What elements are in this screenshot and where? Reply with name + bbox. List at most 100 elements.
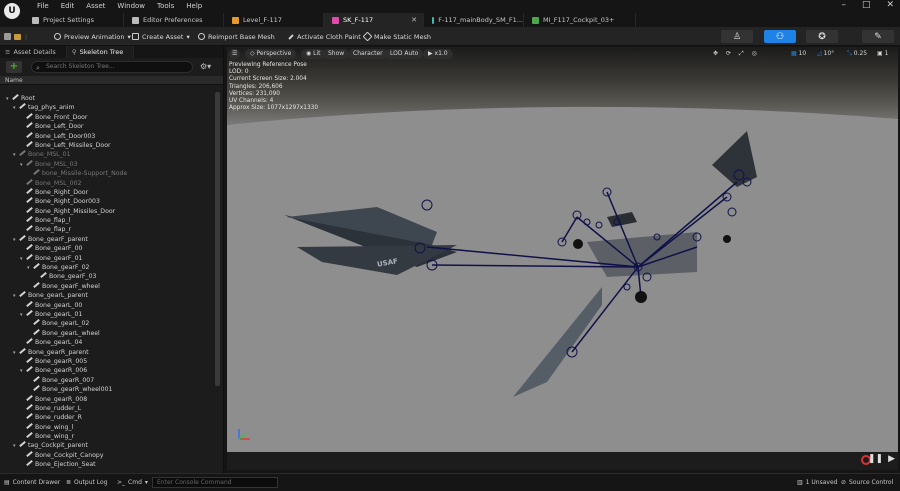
grid-snap[interactable]: ▦ 10	[791, 49, 806, 59]
scale-icon[interactable]: ⤢	[739, 50, 744, 57]
tree-row[interactable]: Bone_wing_r	[0, 432, 214, 441]
character-button[interactable]: Character	[348, 49, 388, 59]
maximize-icon[interactable]: □	[862, 0, 871, 10]
tree-row[interactable]: Bone_gearF_03	[0, 272, 214, 281]
tree-row[interactable]: Bone_gearR_wheel001	[0, 385, 214, 394]
tree-row[interactable]: Bone_Left_Missiles_Door	[0, 141, 214, 150]
activate-cloth-paint-button[interactable]: Activate Cloth Paint	[288, 30, 361, 43]
tree-row[interactable]: ▾ Bone_MSL_03	[0, 160, 214, 169]
tree-row[interactable]: Bone_Left_Door	[0, 122, 214, 131]
tree-row[interactable]: ▾ Bone_MSL_01	[0, 150, 214, 159]
tree-row[interactable]: ▾ Bone_gearL_01	[0, 310, 214, 319]
rotate-icon[interactable]: ⟳	[726, 50, 731, 57]
tree-row[interactable]: Bone_gearL_wheel	[0, 329, 214, 338]
unsaved-indicator[interactable]: ▥ 1 Unsaved	[797, 477, 837, 489]
animation-mode-button[interactable]: ✪	[806, 30, 838, 43]
unreal-logo-icon[interactable]: U	[4, 3, 20, 19]
tree-row[interactable]: ▾ Bone_gearL_parent	[0, 291, 214, 300]
tree-row[interactable]: Bone_MSL_002	[0, 179, 214, 188]
tree-row[interactable]: ▾ Bone_gearF_02	[0, 263, 214, 272]
tree-row[interactable]: ▾ Bone_gearF_parent	[0, 235, 214, 244]
close-tab-icon[interactable]: ✕	[411, 16, 417, 24]
tree-row[interactable]: Bone_Left_Door003	[0, 132, 214, 141]
menu-window[interactable]: Window	[111, 1, 151, 11]
lit-button[interactable]: ◉ Lit	[301, 49, 326, 59]
tree-row[interactable]: Bone_rudder_L	[0, 404, 214, 413]
tree-row[interactable]: Bone_Front_Door	[0, 113, 214, 122]
tab-0[interactable]: Project Settings	[24, 13, 124, 27]
tree-row[interactable]: Bone_Right_Door	[0, 188, 214, 197]
tab-1[interactable]: Editor Preferences	[124, 13, 224, 27]
tree-scrollbar[interactable]	[215, 92, 220, 386]
reimport-button[interactable]: Reimport Base Mesh	[198, 30, 275, 43]
menu-tools[interactable]: Tools	[151, 1, 180, 11]
source-control-button[interactable]: ⊘ Source Control	[841, 477, 893, 489]
play-forward-icon[interactable]: ▶	[888, 454, 895, 464]
tree-row[interactable]: Bone_gearL_00	[0, 301, 214, 310]
tab-4[interactable]: F-117_mainBody_SM_F1...	[424, 13, 524, 27]
pause-icon[interactable]: ❚❚	[868, 454, 883, 464]
lod-button[interactable]: LOD Auto	[385, 49, 424, 59]
camera-speed[interactable]: ▣ 1	[877, 49, 888, 59]
tree-row[interactable]: Bone_gearL_02	[0, 319, 214, 328]
tab-skeleton-tree[interactable]: ⚲ Skeleton Tree	[66, 46, 135, 58]
play-speed-button[interactable]: ▶ x1.0	[423, 49, 453, 59]
angle-snap[interactable]: ◿ 10°	[817, 49, 834, 59]
tab-3[interactable]: SK_F-117 ✕	[324, 13, 424, 27]
menu-edit[interactable]: Edit	[55, 1, 81, 11]
tree-row[interactable]: Bone_gearL_04	[0, 338, 214, 347]
skeleton-mode-button[interactable]: ♙	[721, 30, 753, 43]
menu-asset[interactable]: Asset	[80, 1, 111, 11]
scale-snap[interactable]: ⤡ 0.25	[847, 49, 867, 59]
tree-row[interactable]: Bone_Right_Missiles_Door	[0, 207, 214, 216]
tree-row[interactable]: bone_Missile-Support_Node	[0, 169, 214, 178]
tree-row[interactable]: Bone_Ejection_Seat	[0, 460, 214, 469]
tree-row[interactable]: Bone_rudder_R	[0, 413, 214, 422]
add-button[interactable]: +	[6, 61, 22, 73]
perspective-button[interactable]: ◇ Perspective	[245, 49, 297, 59]
search-input[interactable]: ⌕ Search Skeleton Tree...	[31, 61, 193, 73]
tab-5[interactable]: MI_F117_Cockpit_03+	[524, 13, 636, 27]
gear-icon[interactable]: ⚙▾	[200, 62, 211, 71]
tree-row[interactable]: Bone_gearR_007	[0, 376, 214, 385]
make-static-mesh-button[interactable]: Make Static Mesh	[362, 30, 431, 43]
tree-row[interactable]: Bone_gearR_005	[0, 357, 214, 366]
mesh-mode-button[interactable]: ⚇	[764, 30, 796, 43]
browse-icon[interactable]	[14, 30, 24, 43]
tree-row[interactable]: Bone_flap_l	[0, 216, 214, 225]
tree-row[interactable]: ▾ tag_phys_anim	[0, 103, 214, 112]
column-header-name[interactable]: Name	[0, 76, 223, 85]
preview-animation-button[interactable]: Preview Animation ▾	[54, 30, 131, 43]
tree-row[interactable]: Bone_Cockpit_Canopy	[0, 451, 214, 460]
show-button[interactable]: Show	[323, 49, 350, 59]
create-asset-icon	[132, 33, 139, 40]
translate-icon[interactable]: ✥	[713, 50, 718, 57]
tree-row[interactable]: Bone_gearF_00	[0, 244, 214, 253]
tab-2[interactable]: Level_F-117	[224, 13, 324, 27]
content-drawer-button[interactable]: ▤ Content Drawer	[4, 477, 60, 489]
tree-row[interactable]: ▾ Bone_gearF_01	[0, 254, 214, 263]
tree-row[interactable]: ▾ Bone_gearR_006	[0, 366, 214, 375]
tree-row[interactable]: ▾ Bone_gearR_parent	[0, 348, 214, 357]
tree-row[interactable]: Bone_flap_r	[0, 225, 214, 234]
tree-row[interactable]: ▾ Root	[0, 94, 214, 103]
viewport-menu-icon[interactable]: ☰	[229, 49, 241, 59]
tree-row[interactable]: Bone_gearR_008	[0, 395, 214, 404]
world-icon[interactable]: ◎	[752, 50, 757, 57]
console-input[interactable]: Enter Console Command	[152, 477, 278, 488]
tab-asset-details[interactable]: ≡ Asset Details	[0, 46, 67, 58]
viewport[interactable]: USAF ☰ ◇ Perspective ◉ Lit Show Characte…	[227, 47, 898, 468]
menu-help[interactable]: Help	[180, 1, 208, 11]
tree-row[interactable]: Bone_wing_l	[0, 423, 214, 432]
cmd-button[interactable]: >_ Cmd ▾	[117, 477, 148, 489]
save-icon[interactable]	[4, 30, 14, 43]
tree-row[interactable]: Bone_Right_Door003	[0, 197, 214, 206]
output-log-button[interactable]: ≣ Output Log	[66, 477, 108, 489]
minimize-icon[interactable]: –	[841, 0, 846, 10]
menu-file[interactable]: File	[31, 1, 55, 11]
tree-row[interactable]: ▾ tag_Cockpit_parent	[0, 441, 214, 450]
physics-mode-button[interactable]: ✎	[862, 30, 894, 43]
close-icon[interactable]: ✕	[886, 0, 894, 10]
tree-row[interactable]: Bone_gearF_wheel	[0, 282, 214, 291]
create-asset-button[interactable]: Create Asset ▾	[132, 30, 190, 43]
